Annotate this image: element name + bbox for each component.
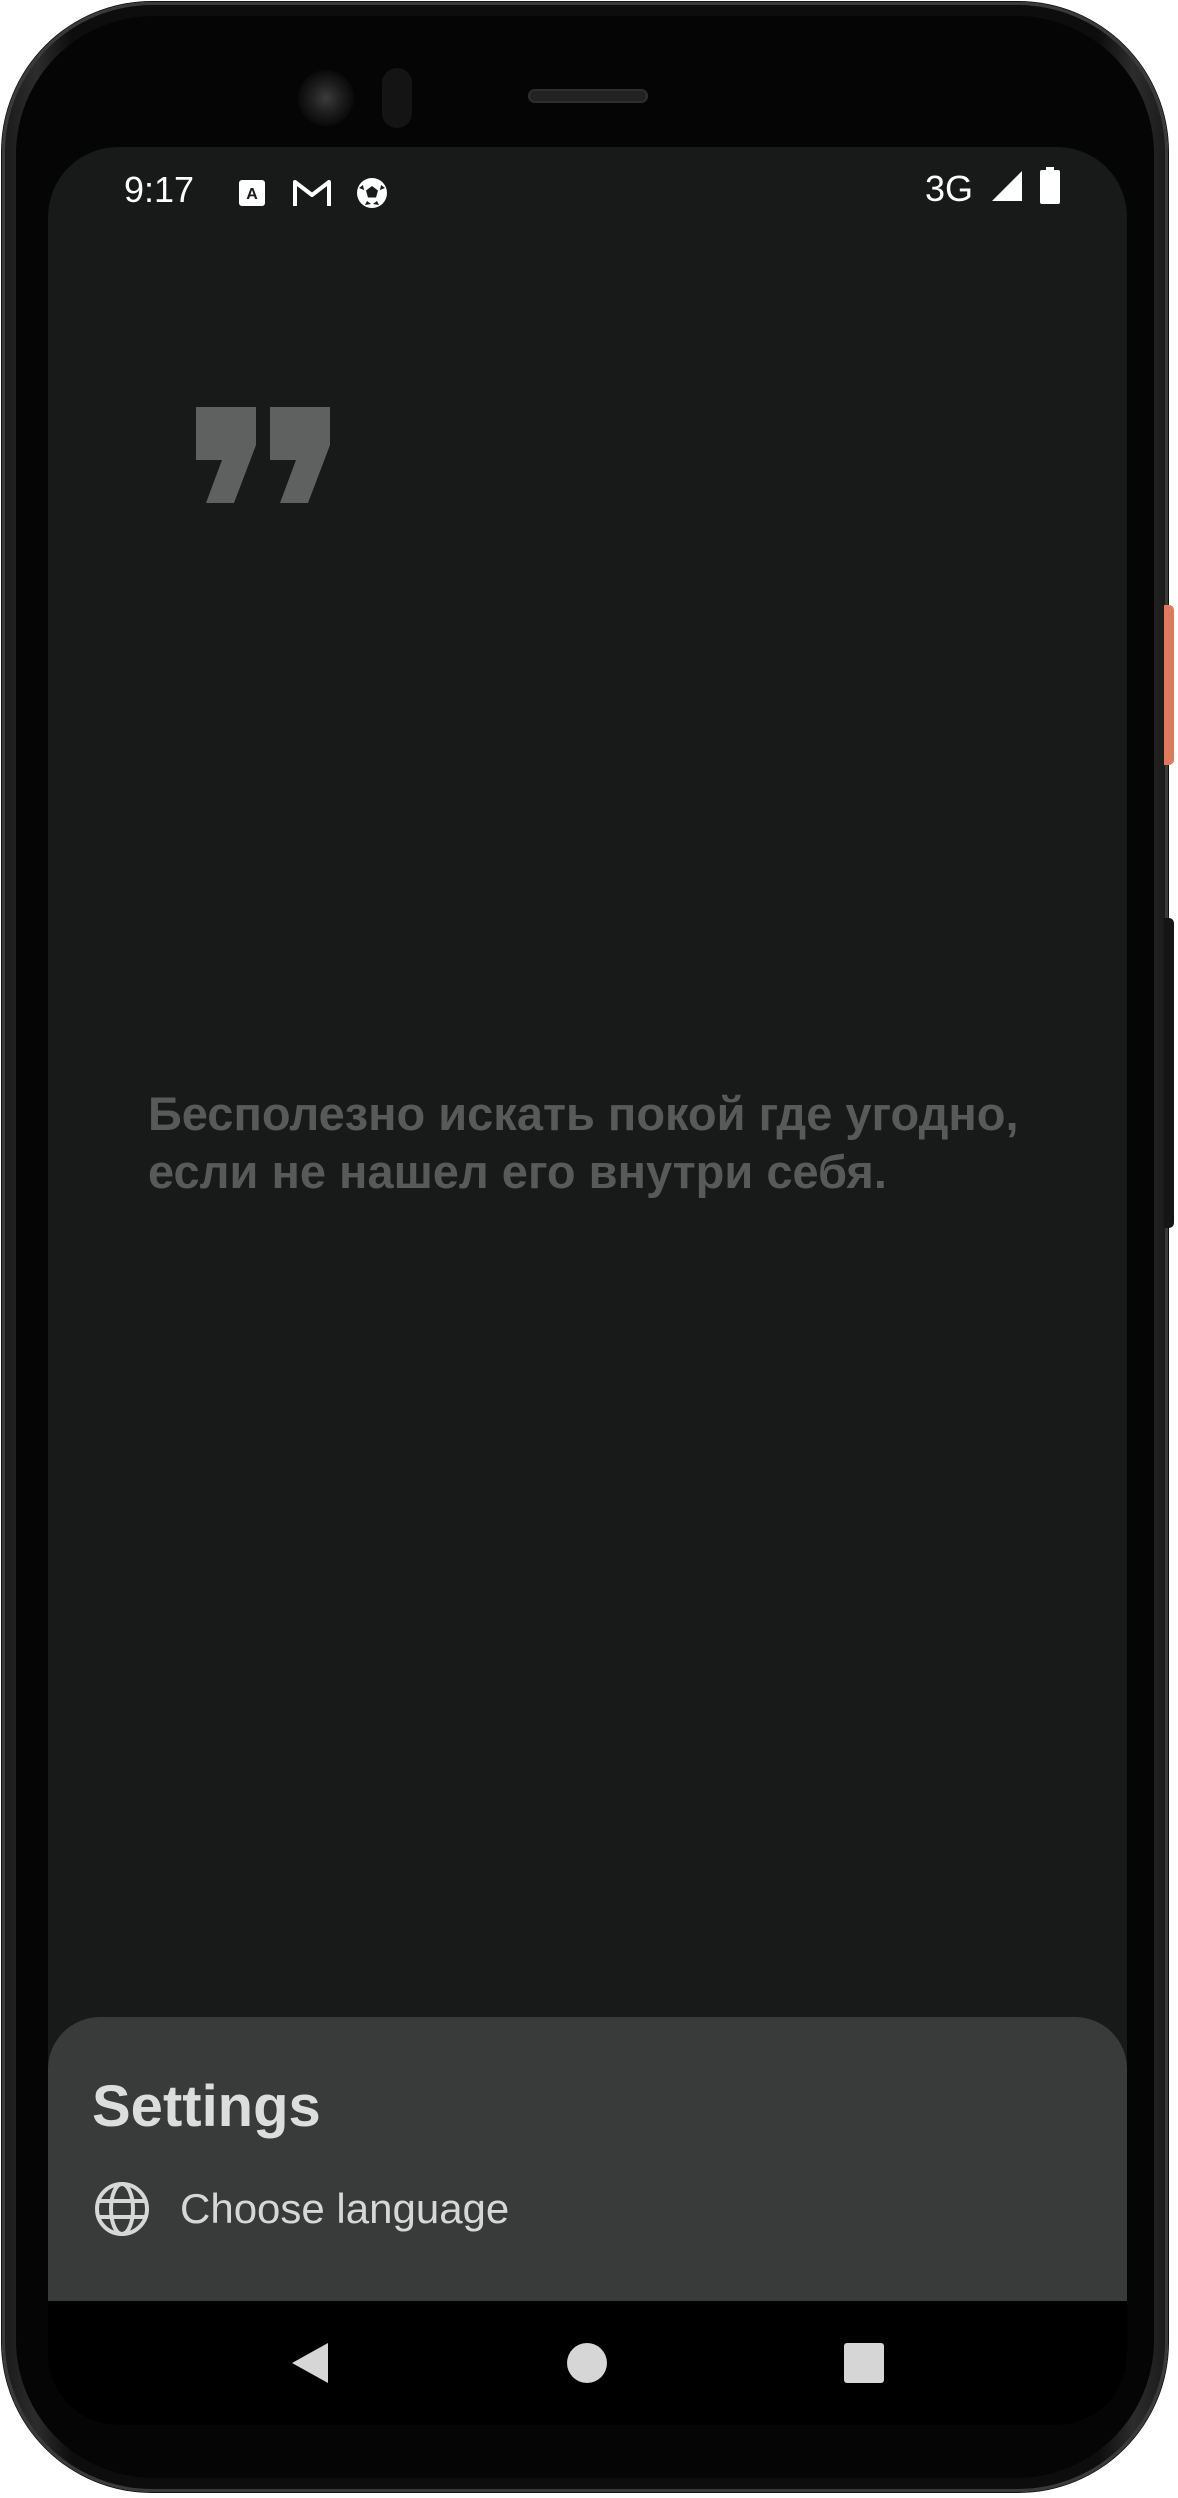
home-icon [567,2343,607,2383]
front-camera [298,70,354,126]
quote-mark-icon [194,405,334,515]
signal-icon [989,169,1023,208]
status-bar: 9:17 A 3G [48,147,1127,237]
proximity-sensor [382,68,412,128]
settings-sheet: Settings Choose language [48,2017,1127,2317]
notification-icons: A [232,173,392,213]
back-button[interactable] [280,2333,340,2393]
power-button [1164,605,1174,765]
back-icon [292,2343,328,2383]
screen: 9:17 A 3G Бесполезно искать покой где уг… [48,147,1127,2425]
choose-language-item[interactable]: Choose language [92,2169,1092,2249]
settings-title: Settings [92,2074,321,2139]
choose-language-label: Choose language [180,2185,510,2232]
svg-text:A: A [246,186,258,203]
translate-app-icon: A [232,173,272,213]
battery-icon [1039,167,1061,210]
navigation-bar [48,2301,1127,2425]
earpiece-speaker [528,89,648,103]
soccer-ball-icon [352,173,392,213]
recents-button[interactable] [834,2333,894,2393]
globe-icon [92,2179,152,2239]
quote-text: Бесполезно искать покой где угодно, если… [148,1087,1019,1198]
system-status: 3G [925,167,1061,210]
phone-frame: 9:17 A 3G Бесполезно искать покой где уг… [2,2,1168,2492]
home-button[interactable] [557,2333,617,2393]
recents-icon [844,2343,884,2383]
network-type: 3G [924,167,973,209]
status-time: 9:17 [124,169,195,210]
gmail-icon [292,173,332,213]
volume-button [1164,918,1174,1228]
